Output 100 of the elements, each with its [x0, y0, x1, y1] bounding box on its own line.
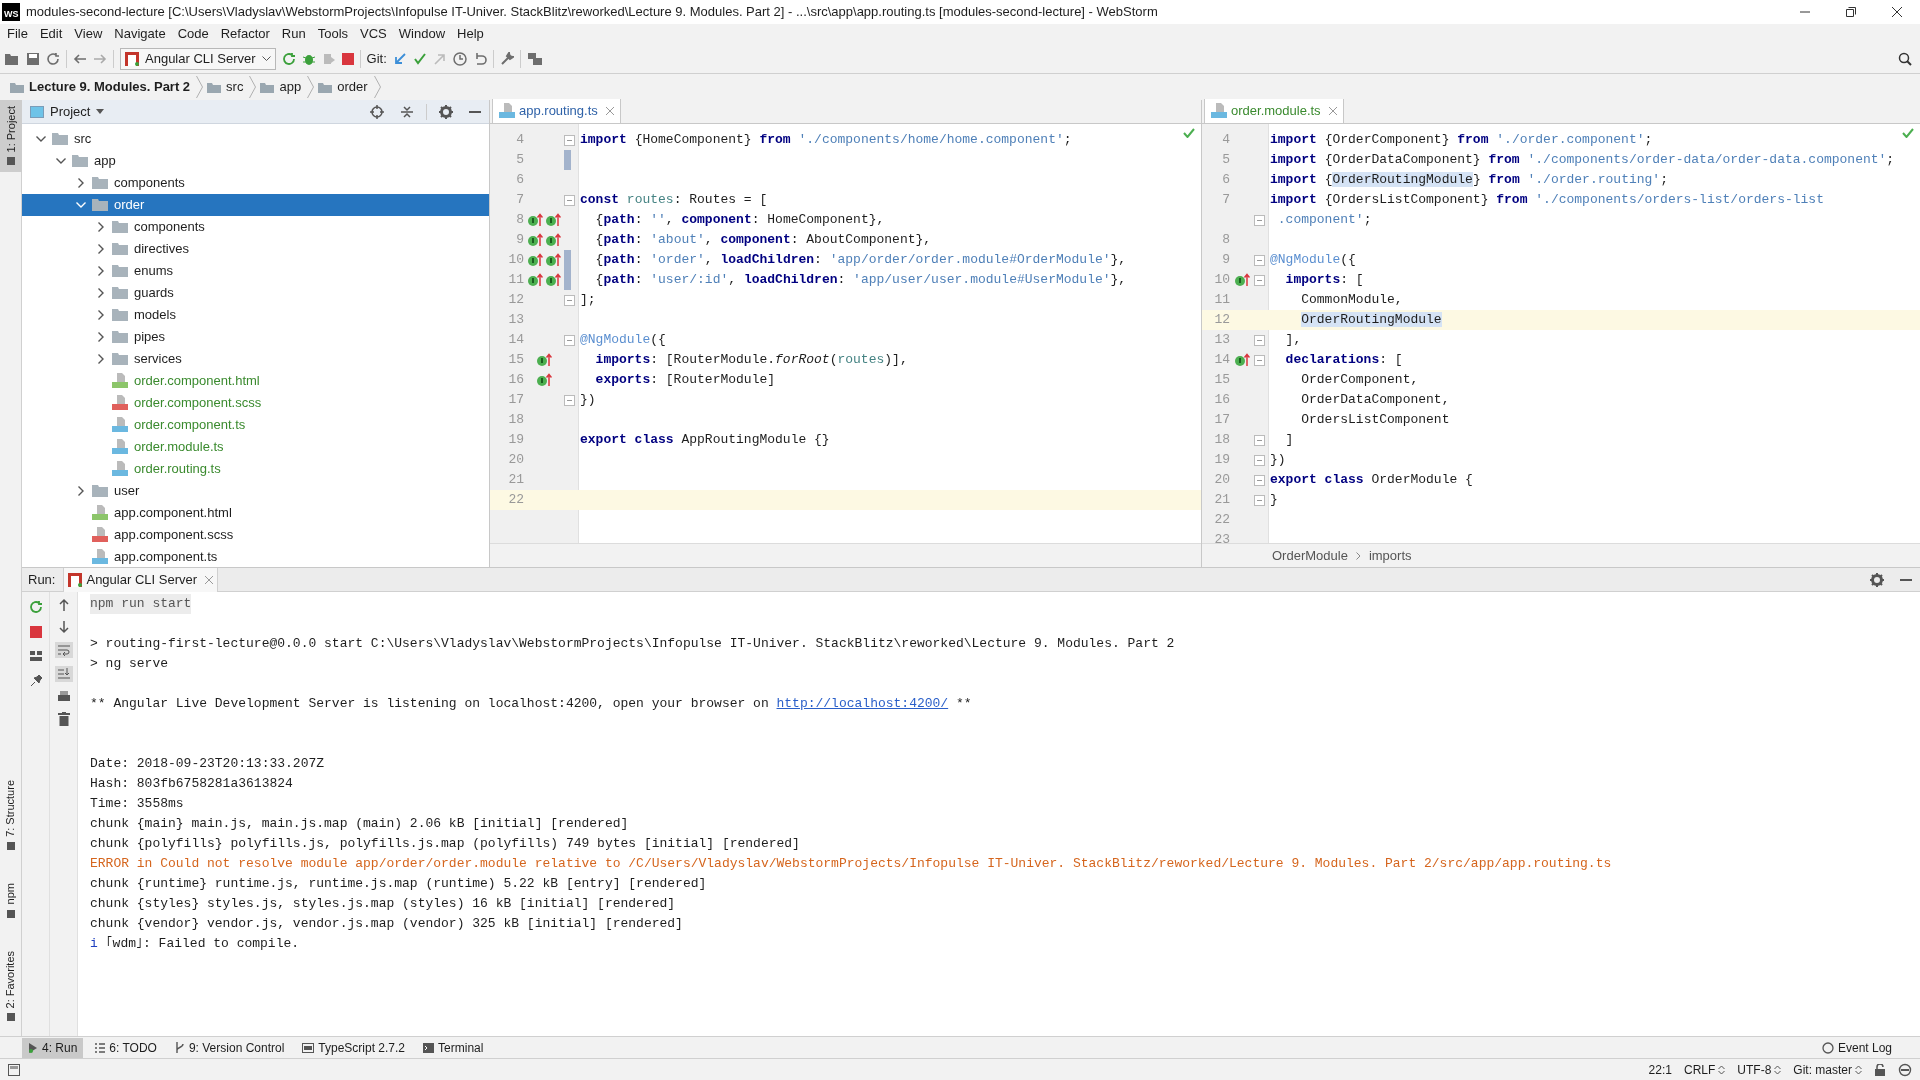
collapsed-caret-icon[interactable]	[78, 178, 84, 188]
close-icon[interactable]	[205, 575, 214, 584]
run-tab[interactable]: Angular CLI Server	[63, 567, 219, 592]
side-tab[interactable]: 2: Favorites	[0, 944, 22, 1028]
up-arrow-icon[interactable]	[57, 598, 70, 612]
settings-icon[interactable]	[439, 104, 453, 119]
expanded-caret-icon[interactable]	[56, 158, 66, 164]
menu-item[interactable]: Refactor	[215, 24, 275, 44]
tree-item[interactable]: src	[22, 128, 489, 150]
stop-icon[interactable]	[341, 52, 354, 65]
fold-marker-icon[interactable]	[564, 294, 575, 306]
fold-marker-icon[interactable]	[1254, 274, 1265, 286]
implemented-marker-icon[interactable]	[1234, 353, 1250, 367]
fold-marker-icon[interactable]	[564, 394, 575, 406]
tree-item[interactable]: services	[22, 348, 489, 370]
menu-item[interactable]: Tools	[312, 24, 354, 44]
fold-marker-icon[interactable]	[564, 194, 575, 206]
tree-item[interactable]: app.component.scss	[22, 524, 489, 546]
implemented-marker-icon[interactable]	[536, 353, 552, 367]
collapsed-caret-icon[interactable]	[98, 244, 104, 254]
implemented-marker-icon[interactable]	[536, 373, 552, 387]
expanded-caret-icon[interactable]	[36, 136, 46, 142]
caret-position[interactable]: 22:1	[1648, 1060, 1672, 1079]
close-icon[interactable]	[1328, 107, 1337, 115]
implemented-marker-icon[interactable]	[527, 273, 543, 287]
tree-item[interactable]: enums	[22, 260, 489, 282]
tree-item[interactable]: components	[22, 216, 489, 238]
collapsed-caret-icon[interactable]	[98, 266, 104, 276]
tree-item[interactable]: order.component.ts	[22, 414, 489, 436]
down-arrow-icon[interactable]	[57, 620, 70, 634]
update-arrow-icon[interactable]	[392, 51, 407, 66]
tree-item[interactable]: app.component.ts	[22, 546, 489, 567]
scroll-to-end-icon[interactable]	[54, 666, 73, 682]
history-clock-icon[interactable]	[452, 51, 467, 66]
soft-wrap-icon[interactable]	[54, 642, 73, 658]
editor-tab[interactable]: app.routing.ts	[492, 99, 621, 123]
tree-item[interactable]: app.component.html	[22, 502, 489, 524]
breadcrumb-item[interactable]: Lecture 9. Modules. Part 2	[6, 76, 197, 98]
implemented-marker-icon[interactable]	[527, 253, 543, 267]
line-separator-selector[interactable]: CRLF	[1683, 1060, 1726, 1079]
sync-icon[interactable]	[46, 51, 60, 66]
menu-item[interactable]: Code	[172, 24, 214, 44]
search-icon[interactable]	[1898, 51, 1912, 66]
commit-check-icon[interactable]	[412, 51, 427, 66]
back-icon[interactable]	[73, 51, 87, 66]
fold-marker-icon[interactable]	[564, 334, 575, 346]
tree-item[interactable]: order.routing.ts	[22, 458, 489, 480]
menu-item[interactable]: Edit	[34, 24, 68, 44]
tree-item[interactable]: order.module.ts	[22, 436, 489, 458]
collapsed-caret-icon[interactable]	[98, 354, 104, 364]
menu-item[interactable]: Window	[393, 24, 451, 44]
panel-toggle-icon[interactable]	[8, 1063, 20, 1076]
fold-marker-icon[interactable]	[1254, 434, 1265, 446]
implemented-marker-icon[interactable]	[545, 273, 561, 287]
collapsed-caret-icon[interactable]	[98, 288, 104, 298]
tree-item[interactable]: guards	[22, 282, 489, 304]
breadcrumb-item[interactable]: app	[256, 76, 308, 98]
editor-tab[interactable]: order.module.ts	[1204, 99, 1344, 123]
rerun-icon[interactable]	[281, 51, 296, 66]
side-tab[interactable]: 1: Project	[0, 100, 22, 173]
fold-marker-icon[interactable]	[1254, 454, 1265, 466]
tool-window-tab[interactable]: 9: Version Control	[168, 1037, 291, 1058]
git-branch-selector[interactable]: Git: master	[1793, 1060, 1862, 1079]
tree-item[interactable]: app	[22, 150, 489, 172]
trash-icon[interactable]	[57, 712, 70, 726]
implemented-marker-icon[interactable]	[1234, 273, 1250, 287]
rerun-icon[interactable]	[28, 600, 43, 614]
implemented-marker-icon[interactable]	[545, 233, 561, 247]
implemented-marker-icon[interactable]	[545, 253, 561, 267]
collapsed-caret-icon[interactable]	[98, 222, 104, 232]
breadcrumb-item[interactable]: src	[203, 76, 250, 98]
tree-item[interactable]: order.component.scss	[22, 392, 489, 414]
tree-item[interactable]: components	[22, 172, 489, 194]
lock-icon[interactable]	[1874, 1063, 1886, 1076]
pin-icon[interactable]	[28, 674, 43, 688]
tool-window-tab[interactable]: 4: Run	[22, 1037, 84, 1058]
tree-item[interactable]: directives	[22, 238, 489, 260]
layout-icon[interactable]	[28, 650, 43, 662]
fold-marker-icon[interactable]	[1254, 334, 1265, 346]
event-log-tab[interactable]: Event Log	[1815, 1038, 1898, 1057]
menu-item[interactable]: Run	[276, 24, 311, 44]
fold-marker-icon[interactable]	[564, 134, 575, 146]
wrench-icon[interactable]	[499, 51, 514, 66]
collapsed-caret-icon[interactable]	[98, 332, 104, 342]
implemented-marker-icon[interactable]	[527, 233, 543, 247]
tree-item[interactable]: models	[22, 304, 489, 326]
menu-item[interactable]: File	[2, 24, 33, 44]
structure-icon[interactable]	[526, 51, 543, 66]
side-tab[interactable]: 7: Structure	[0, 774, 22, 858]
menu-item[interactable]: VCS	[355, 24, 392, 44]
side-tab[interactable]: npm	[0, 877, 22, 925]
fold-marker-icon[interactable]	[1254, 214, 1265, 226]
tree-item[interactable]: order	[22, 194, 489, 216]
fold-marker-icon[interactable]	[1254, 474, 1265, 486]
console-link[interactable]: http://localhost:4200/	[776, 696, 949, 712]
code-breadcrumb-item[interactable]: OrderModule	[1272, 545, 1348, 566]
tree-item[interactable]: pipes	[22, 326, 489, 348]
close-icon[interactable]	[605, 107, 614, 115]
save-icon[interactable]	[26, 51, 40, 66]
tool-window-tab[interactable]: Terminal	[417, 1037, 490, 1058]
